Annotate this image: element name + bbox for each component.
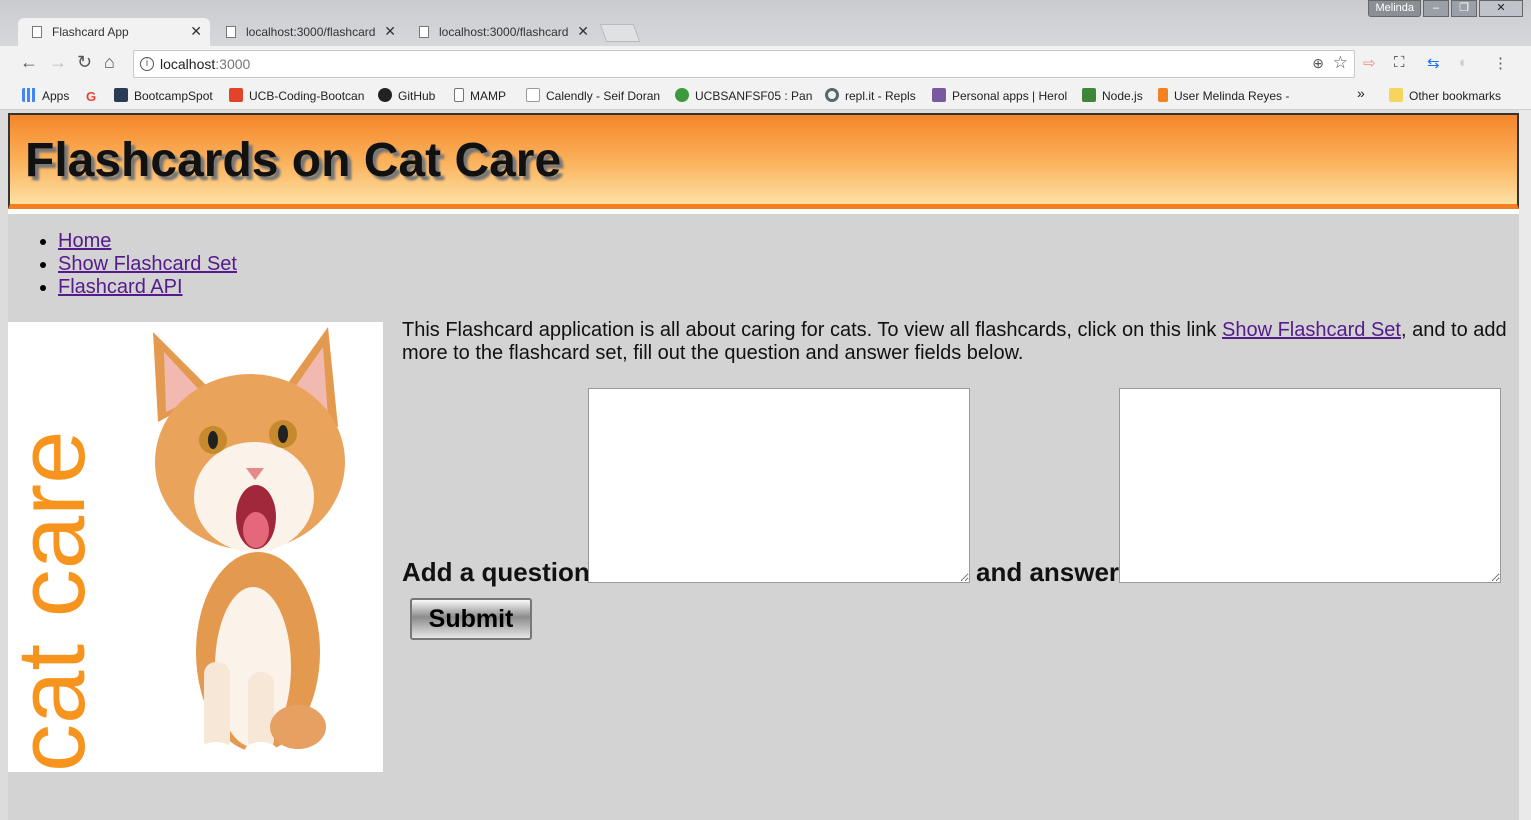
- bookmark-stackoverflow[interactable]: User Melinda Reyes -: [1158, 88, 1298, 103]
- canvas-icon: [675, 88, 689, 102]
- intro-link-show-flashcard-set[interactable]: Show Flashcard Set: [1222, 319, 1401, 341]
- add-flashcard-form: Add a question and answer: [402, 388, 1512, 588]
- page-title: Flashcards on Cat Care: [25, 134, 562, 187]
- extension-icon[interactable]: ⇨: [1363, 54, 1376, 72]
- browser-title-bar: Flashcard App ✕ localhost:3000/flashcard…: [0, 0, 1531, 46]
- more-bookmarks-button[interactable]: »: [1357, 85, 1365, 101]
- bookmark-google[interactable]: G: [86, 88, 106, 103]
- browser-toolbar: ← → ↻ ⌂ i localhost:3000 ⊕ ☆ ⇨ ⛶ ⇆ ◐ ⋮: [0, 46, 1531, 82]
- address-bar[interactable]: i localhost:3000 ⊕ ☆: [133, 50, 1355, 78]
- bootcampspot-icon: [114, 88, 128, 102]
- page-icon: [454, 88, 464, 102]
- nav-link-flashcard-api[interactable]: Flashcard API: [58, 276, 183, 298]
- intro-text: This Flashcard application is all about …: [402, 319, 1512, 365]
- bookmark-mamp[interactable]: MAMP: [454, 88, 506, 103]
- new-tab-button[interactable]: [599, 24, 641, 42]
- heroku-icon: [932, 88, 946, 102]
- stackoverflow-icon: [1158, 88, 1168, 102]
- nav-link-show-flashcard-set[interactable]: Show Flashcard Set: [58, 253, 237, 275]
- forward-arrow-icon[interactable]: →: [49, 52, 67, 73]
- nav-item-api: Flashcard API: [58, 276, 237, 299]
- bookmark-replit[interactable]: repl.it - Repls: [825, 88, 916, 103]
- bookmark-github[interactable]: GitHub: [378, 88, 435, 103]
- bookmark-nodejs[interactable]: Node.js: [1082, 88, 1143, 103]
- bookmark-gitlab[interactable]: UCB-Coding-Bootcan: [229, 88, 367, 103]
- apps-grid-icon: [22, 88, 36, 102]
- cat-care-text: cat care: [8, 431, 105, 772]
- url-text: localhost:3000: [160, 56, 251, 72]
- folder-icon: [1389, 88, 1403, 102]
- close-icon[interactable]: ✕: [384, 23, 396, 40]
- window-controls: Melinda – ❐ ✕: [1368, 0, 1523, 17]
- reload-icon[interactable]: ↻: [77, 52, 92, 73]
- header-divider: [8, 209, 1519, 214]
- bookmark-heroku[interactable]: Personal apps | Herol: [932, 88, 1070, 103]
- page-header: Flashcards on Cat Care: [8, 113, 1519, 209]
- back-arrow-icon[interactable]: ←: [20, 52, 38, 73]
- bookmark-bootcampspot[interactable]: BootcampSpot: [114, 88, 213, 103]
- bookmark-calendly[interactable]: Calendly - Seif Doran: [526, 88, 662, 103]
- profile-button[interactable]: Melinda: [1368, 0, 1421, 17]
- intro-text-start: This Flashcard application is all about …: [402, 319, 1222, 341]
- bookmark-star-icon[interactable]: ☆: [1333, 53, 1348, 73]
- github-icon: [378, 88, 392, 102]
- tab-localhost-flashcard-2[interactable]: localhost:3000/flashcard ✕: [405, 18, 597, 46]
- cat-illustration: cat care: [8, 327, 345, 772]
- tab-label: localhost:3000/flashcard: [439, 25, 569, 39]
- sync-extension-icon[interactable]: ⇆: [1427, 54, 1440, 72]
- nav-item-show-set: Show Flashcard Set: [58, 253, 237, 276]
- info-icon[interactable]: i: [140, 57, 154, 71]
- home-icon[interactable]: ⌂: [104, 52, 115, 73]
- restore-button[interactable]: ❐: [1451, 0, 1477, 17]
- minimize-button[interactable]: –: [1423, 0, 1449, 17]
- question-label: Add a question: [402, 557, 590, 587]
- tab-localhost-flashcard[interactable]: localhost:3000/flashcard ✕: [212, 18, 404, 46]
- page-viewport: Flashcards on Cat Care Home Show Flashca…: [8, 113, 1519, 820]
- calendly-icon: [526, 88, 540, 102]
- window-right-edge: [1519, 110, 1531, 820]
- answer-label: and answer: [976, 557, 1120, 587]
- submit-button[interactable]: Submit: [410, 598, 532, 640]
- tab-flashcard-app[interactable]: Flashcard App ✕: [18, 18, 210, 46]
- screenshot-extension-icon[interactable]: ⛶: [1394, 54, 1405, 71]
- nav-link-home[interactable]: Home: [58, 230, 111, 252]
- close-icon[interactable]: ✕: [577, 23, 589, 40]
- close-window-button[interactable]: ✕: [1479, 0, 1523, 17]
- google-icon: G: [86, 89, 97, 103]
- bookmark-canvas[interactable]: UCBSANFSF05 : Panc: [675, 88, 812, 103]
- replit-icon: [825, 88, 839, 102]
- zoom-icon[interactable]: ⊕: [1312, 55, 1324, 72]
- tab-label: localhost:3000/flashcard: [246, 25, 376, 39]
- bookmarks-bar: Apps G BootcampSpot UCB-Coding-Bootcan G…: [0, 82, 1531, 110]
- nav-item-home: Home: [58, 230, 237, 253]
- close-icon[interactable]: ✕: [190, 23, 202, 40]
- disabled-extension-icon[interactable]: ◐: [1459, 54, 1468, 71]
- bookmark-apps[interactable]: Apps: [22, 88, 69, 103]
- answer-textarea[interactable]: [1119, 388, 1501, 583]
- other-bookmarks-folder[interactable]: Other bookmarks: [1389, 88, 1501, 103]
- nodejs-icon: [1082, 88, 1096, 102]
- page-icon: [32, 26, 42, 38]
- page-nav: Home Show Flashcard Set Flashcard API: [58, 230, 237, 299]
- gitlab-icon: [229, 88, 243, 102]
- tab-label: Flashcard App: [52, 25, 129, 39]
- question-textarea[interactable]: [588, 388, 970, 583]
- cat-care-image: cat care: [8, 322, 383, 772]
- page-icon: [419, 26, 429, 38]
- page-icon: [226, 26, 236, 38]
- menu-dots-icon[interactable]: ⋮: [1493, 54, 1508, 72]
